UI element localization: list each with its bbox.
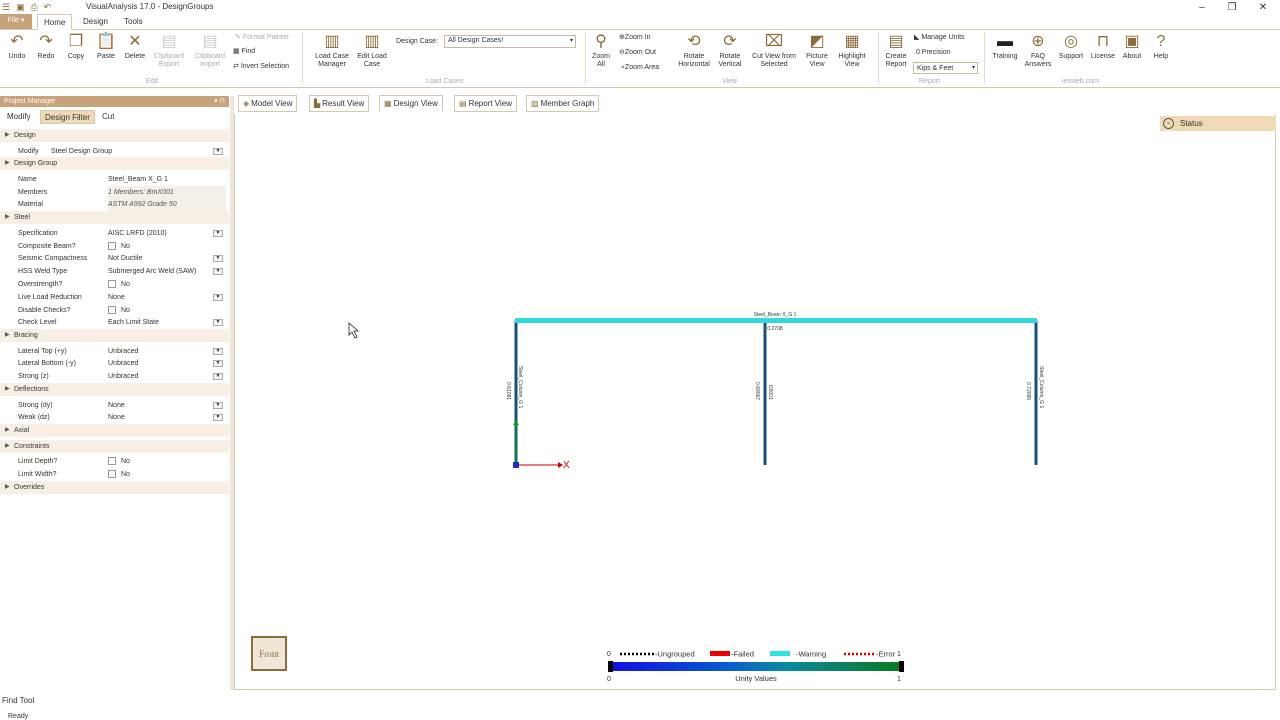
y-axis-arrow: [513, 420, 519, 425]
find-tool-tab[interactable]: Find Tool: [2, 696, 34, 705]
middle-column-label: D0001: [767, 385, 773, 400]
legend-failed: -Failed: [731, 650, 754, 659]
status-text: Ready: [8, 713, 29, 720]
unity-max-top: 1: [897, 651, 901, 658]
unity-bar-max-cap: [899, 661, 904, 672]
right-column-label: Steel_Column_G 1: [1038, 366, 1044, 408]
x-axis-label: X: [563, 460, 570, 471]
right-column-unity: 0.72065: [1025, 382, 1031, 400]
chevron-down-icon: ⌄: [1163, 118, 1174, 129]
status-panel[interactable]: ⌄ Status: [1160, 116, 1276, 131]
legend-failed-swatch: [710, 651, 730, 656]
unity-min-top: 0: [607, 651, 611, 658]
model-drawing: Steel_Beam X_G 1 0.2708 Steel_Column_G 1…: [348, 312, 1044, 683]
legend-ungrouped: -Ungrouped: [655, 650, 695, 659]
unity-min-bottom: 0: [607, 676, 611, 683]
front-view-button[interactable]: Front: [251, 636, 287, 671]
support-node[interactable]: [513, 462, 519, 468]
mouse-cursor-icon: [348, 322, 360, 339]
beam-label: Steel_Beam X_G 1: [754, 312, 797, 318]
legend-warning: -Warning: [796, 650, 826, 659]
unity-caption: Unity Values: [735, 674, 777, 683]
legend-error: -Error: [876, 650, 896, 659]
left-column-unity: 0.61081: [505, 382, 511, 400]
unity-bar-min-cap: [608, 661, 613, 672]
legend-warning-swatch: [770, 651, 790, 656]
beam-unity: 0.2708: [767, 326, 783, 332]
middle-column-unity: 0.69067: [754, 382, 760, 400]
beam[interactable]: [515, 318, 1037, 323]
bottom-bar: Find Tool Ready: [0, 690, 1280, 720]
unity-gradient-bar: [613, 662, 899, 671]
left-column-label: Steel_Column_G 1: [517, 366, 523, 408]
unity-max-bottom: 1: [897, 676, 901, 683]
